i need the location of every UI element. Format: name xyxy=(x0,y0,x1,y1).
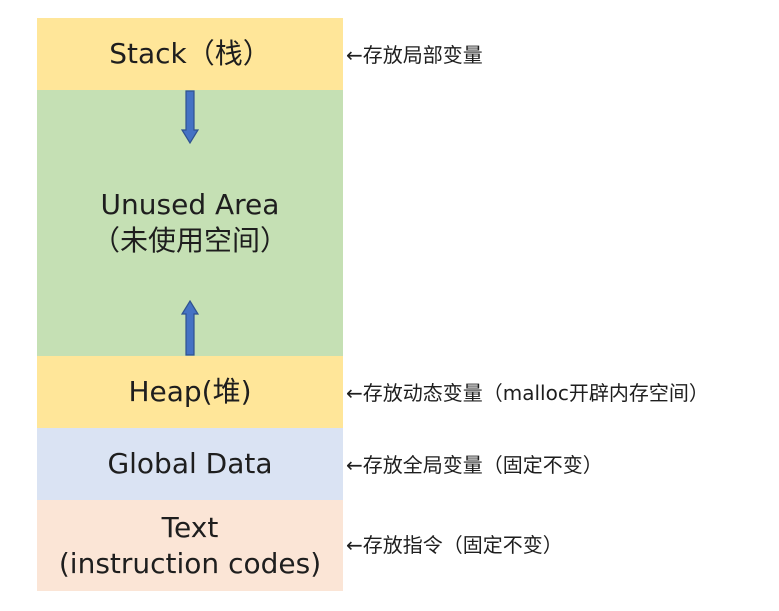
unused-area-label: Unused Area xyxy=(100,188,280,221)
text-segment: Text (instruction codes) xyxy=(37,500,343,591)
global-data-note: ←存放全局变量（固定不变） xyxy=(346,453,603,477)
global-data-segment: Global Data xyxy=(37,428,343,500)
unused-area-sublabel: （未使用空间） xyxy=(91,224,288,257)
text-sublabel: (instruction codes) xyxy=(58,546,322,580)
heap-segment: Heap(堆) xyxy=(37,356,343,428)
arrow-up-icon xyxy=(181,300,199,356)
heap-label: Heap(堆) xyxy=(128,375,252,408)
text-note: ←存放指令（固定不变） xyxy=(346,533,563,557)
stack-label: Stack（栈） xyxy=(109,37,271,70)
stack-segment: Stack（栈） xyxy=(37,18,343,90)
heap-note: ←存放动态变量（malloc开辟内存空间） xyxy=(346,381,709,405)
stack-note: ←存放局部变量 xyxy=(346,43,483,67)
global-data-label: Global Data xyxy=(107,447,273,480)
arrow-down-icon xyxy=(181,90,199,144)
text-label: Text xyxy=(161,510,219,544)
